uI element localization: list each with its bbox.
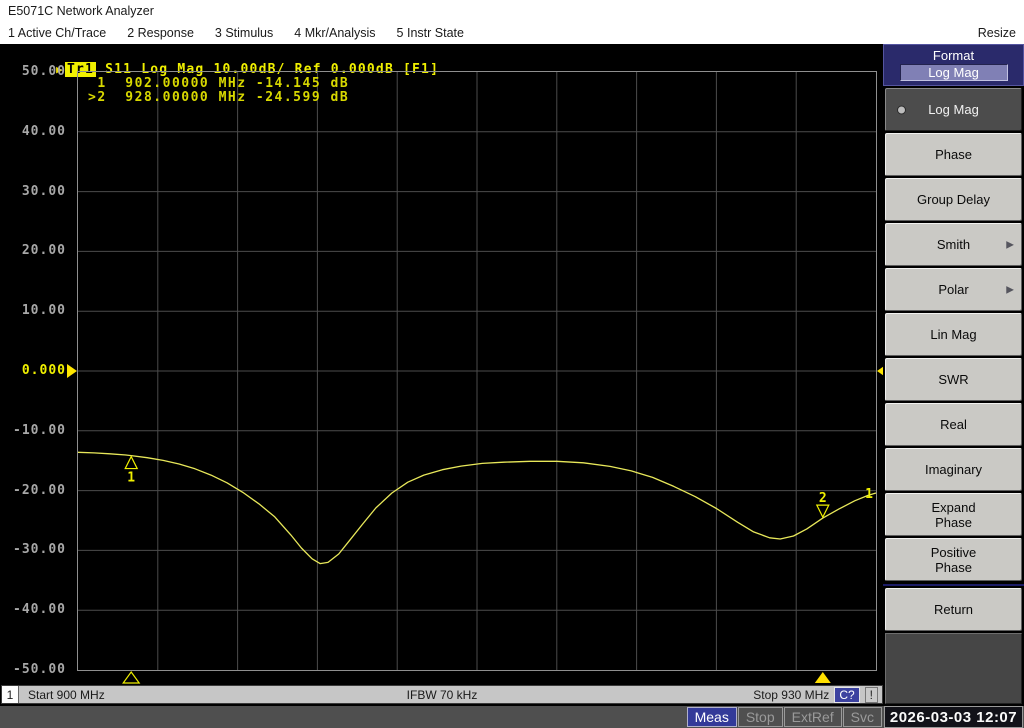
marker-2-label: 2 <box>819 491 827 506</box>
y-axis-tick-label: -50.00 <box>0 662 66 677</box>
resize-button[interactable]: Resize <box>978 26 1016 40</box>
y-axis-tick-label: -10.00 <box>0 423 66 438</box>
status-segment-stop: Stop <box>738 707 783 727</box>
softkey-label: Expand Phase <box>917 500 991 530</box>
softkey-lin-mag[interactable]: Lin Mag <box>885 313 1022 356</box>
warning-badge: ! <box>865 687 878 703</box>
softkey-label: Polar <box>938 282 968 297</box>
softkey-label: Lin Mag <box>930 327 976 342</box>
softkey-swr[interactable]: SWR <box>885 358 1022 401</box>
y-axis-tick-label: 20.00 <box>0 243 66 258</box>
network-analyzer-window: E5071C Network Analyzer 1 Active Ch/Trac… <box>0 0 1024 728</box>
softkey-return[interactable]: Return <box>885 588 1022 631</box>
y-axis-tick-label: -30.00 <box>0 542 66 557</box>
y-axis-tick-label: 10.00 <box>0 303 66 318</box>
marker-readout: 1 902.00000 MHz -14.145 dB>2 928.00000 M… <box>88 77 349 105</box>
start-frequency-label[interactable]: Start 900 MHz <box>28 688 105 702</box>
status-spacer <box>0 706 687 728</box>
softkey-label: Phase <box>935 147 972 162</box>
softkey-polar[interactable]: Polar ▶ <box>885 268 1022 311</box>
softkey-smith[interactable]: Smith ▶ <box>885 223 1022 266</box>
menu-item-2[interactable]: 2 Response <box>127 26 194 40</box>
softkey-menu: Format Log Mag Log Mag Phase Group Delay Sm… <box>883 44 1024 706</box>
marker-2-readout-row: >2 928.00000 MHz -24.599 dB <box>88 91 349 105</box>
graph-grid: 1 2 1 <box>77 71 877 671</box>
softkey-label: Smith <box>937 237 970 252</box>
marker-2-stimulus-icon <box>815 672 831 683</box>
softkey-label: Imaginary <box>925 462 982 477</box>
softkey-menu-title: Format <box>933 48 974 63</box>
marker-1-readout-row: 1 902.00000 MHz -14.145 dB <box>88 77 349 91</box>
softkey-label: SWR <box>938 372 968 387</box>
menu-item-5[interactable]: 5 Instr State <box>397 26 464 40</box>
menu-items: 1 Active Ch/Trace 2 Response 3 Stimulus 4 M… <box>8 26 485 40</box>
channel-status-bar: 1 Start 900 MHz IFBW 70 kHz Stop 930 MHz… <box>1 685 883 704</box>
trace-plot: 1 2 1 <box>78 72 876 670</box>
channel-number-badge: 1 <box>2 686 19 703</box>
softkey-buttons: Log Mag Phase Group Delay Smith ▶ Polar ▶ Lin M… <box>883 86 1024 706</box>
marker-1-symbol <box>125 457 137 469</box>
softkey-menu-current-value: Log Mag <box>900 64 1008 81</box>
softkey-empty-area <box>885 633 1022 704</box>
marker-1-label: 1 <box>127 471 135 486</box>
softkey-phase[interactable]: Phase <box>885 133 1022 176</box>
y-axis-tick-label: -20.00 <box>0 483 66 498</box>
softkey-label: Return <box>934 602 973 617</box>
softkey-divider <box>883 584 1024 586</box>
softkey-label: Log Mag <box>928 102 979 117</box>
submenu-arrow-icon: ▶ <box>1006 282 1014 297</box>
softkey-positive-phase[interactable]: Positive Phase <box>885 538 1022 581</box>
softkey-group-delay[interactable]: Group Delay <box>885 178 1022 221</box>
instrument-status-bar: MeasStopExtRefSvc 2026-03-03 12:07 <box>0 706 1024 728</box>
stop-group: Stop 930 MHz C? ! <box>753 687 878 703</box>
softkey-label: Group Delay <box>917 192 990 207</box>
datetime-display: 2026-03-03 12:07 <box>884 706 1023 728</box>
menu-bar: 1 Active Ch/Trace 2 Response 3 Stimulus 4 M… <box>0 21 1024 44</box>
menu-item-3[interactable]: 3 Stimulus <box>215 26 273 40</box>
status-segments: MeasStopExtRefSvc <box>687 706 883 728</box>
softkey-real[interactable]: Real <box>885 403 1022 446</box>
ifbw-label[interactable]: IFBW 70 kHz <box>407 688 478 702</box>
calibration-status-badge: C? <box>834 687 859 703</box>
menu-item-1[interactable]: 1 Active Ch/Trace <box>8 26 106 40</box>
softkey-log-mag[interactable]: Log Mag <box>885 88 1022 131</box>
softkey-label: Positive Phase <box>917 545 991 575</box>
softkey-imaginary[interactable]: Imaginary <box>885 448 1022 491</box>
softkey-label: Real <box>940 417 967 432</box>
submenu-arrow-icon: ▶ <box>1006 237 1014 252</box>
display-area: ▶Tr1 S11 Log Mag 10.00dB/ Ref 0.000dB [F… <box>0 44 883 684</box>
status-segment-extref: ExtRef <box>784 707 842 727</box>
y-axis-tick-label: -40.00 <box>0 602 66 617</box>
title-bar: E5071C Network Analyzer <box>0 0 1024 21</box>
y-axis-tick-label: 30.00 <box>0 184 66 199</box>
ref-level-left-icon <box>67 364 77 378</box>
softkey-expand-phase[interactable]: Expand Phase <box>885 493 1022 536</box>
stop-frequency-label[interactable]: Stop 930 MHz <box>753 688 829 702</box>
status-segment-svc: Svc <box>843 707 882 727</box>
softkey-menu-header: Format Log Mag <box>883 44 1024 86</box>
y-axis-tick-label: 40.00 <box>0 124 66 139</box>
y-axis-tick-label: 50.00 <box>0 64 66 79</box>
trace-end-number: 1 <box>865 487 873 502</box>
selected-radio-icon <box>897 105 906 114</box>
marker-1-stimulus-icon <box>123 672 139 683</box>
status-segment-meas: Meas <box>687 707 737 727</box>
window-title: E5071C Network Analyzer <box>8 4 154 18</box>
menu-item-4[interactable]: 4 Mkr/Analysis <box>294 26 375 40</box>
y-axis-tick-label: 0.000 <box>0 363 66 378</box>
